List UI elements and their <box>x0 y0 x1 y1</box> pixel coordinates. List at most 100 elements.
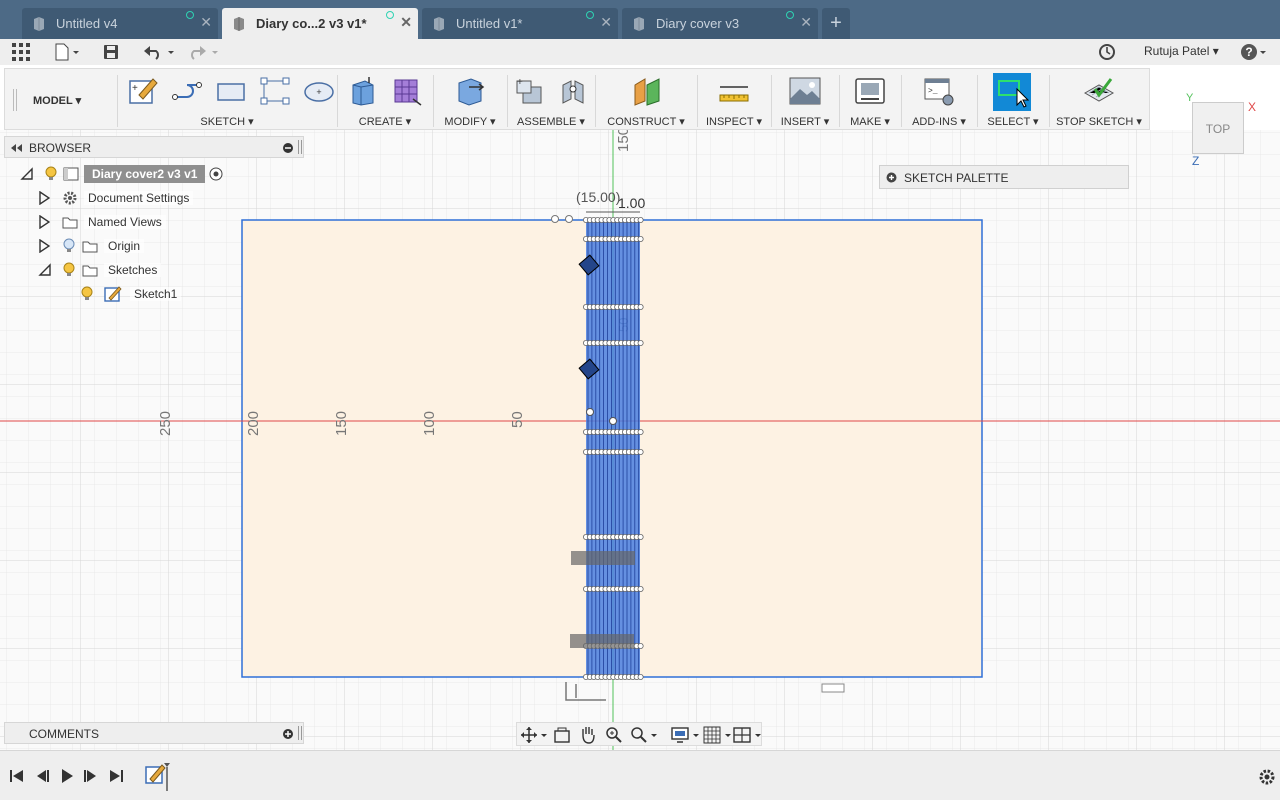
browser-item-named-views[interactable]: Named Views <box>38 211 166 233</box>
inspect-group[interactable]: INSPECT ▾ <box>699 69 769 131</box>
browser-header[interactable]: BROWSER <box>4 136 304 158</box>
browser-item-document-settings[interactable]: Document Settings <box>38 187 194 209</box>
viewports-icon[interactable] <box>733 726 763 744</box>
select-group[interactable]: SELECT ▾ <box>979 69 1047 131</box>
addins-group[interactable]: >_ ADD-INS ▾ <box>903 69 975 131</box>
play-icon[interactable] <box>59 768 75 784</box>
addins-group-label[interactable]: ADD-INS ▾ <box>903 115 975 128</box>
activate-radio-icon[interactable] <box>209 167 223 181</box>
collapsed-triangle-icon[interactable] <box>38 239 50 253</box>
ellipse-tool-icon[interactable]: + <box>303 75 335 107</box>
line-tool-icon[interactable] <box>171 75 203 107</box>
timeline-sketch-feature[interactable] <box>144 761 174 791</box>
measure-icon[interactable] <box>718 75 750 107</box>
sketch-point[interactable] <box>637 217 644 224</box>
app-grid-icon[interactable] <box>12 43 30 61</box>
pan-hand-icon[interactable] <box>579 725 597 745</box>
help-icon[interactable]: ? <box>1240 43 1266 61</box>
zoom-icon[interactable] <box>605 726 623 744</box>
constraint-glyph[interactable] <box>821 683 845 693</box>
expanded-triangle-icon[interactable] <box>20 167 34 181</box>
panel-pin-handle[interactable] <box>298 726 302 740</box>
expanded-triangle-icon[interactable] <box>38 263 52 277</box>
sketch-group[interactable]: + + SKETCH ▾ <box>119 69 335 131</box>
root-component-label[interactable]: Diary cover2 v3 v1 <box>84 165 206 183</box>
insert-group[interactable]: INSERT ▾ <box>773 69 837 131</box>
look-at-icon[interactable] <box>553 726 571 744</box>
workspace-switcher[interactable]: MODEL ▾ <box>33 94 81 107</box>
tab-diary-cover2[interactable]: Diary co...2 v3 v1* ✕ <box>222 8 418 39</box>
construct-group-label[interactable]: CONSTRUCT ▾ <box>597 115 695 128</box>
new-tab-button[interactable]: + <box>822 8 850 39</box>
tab-untitled-v4[interactable]: Untitled v4 ✕ <box>22 8 218 39</box>
lightbulb-icon[interactable] <box>44 166 58 182</box>
construct-group[interactable]: CONSTRUCT ▾ <box>597 69 695 131</box>
minimize-icon[interactable] <box>282 142 294 154</box>
extrude-icon[interactable] <box>347 75 379 107</box>
sketch-point[interactable] <box>637 428 644 435</box>
zoom-window-icon[interactable] <box>629 726 659 744</box>
inspect-group-label[interactable]: INSPECT ▾ <box>699 115 769 128</box>
constraint-glyph[interactable] <box>570 634 634 648</box>
sketch-point[interactable] <box>637 236 644 243</box>
tab-diary-cover-v3[interactable]: Diary cover v3 ✕ <box>622 8 818 39</box>
sketch-point[interactable] <box>637 674 644 681</box>
close-icon[interactable]: ✕ <box>800 14 812 31</box>
width-dimension[interactable]: (15.00) <box>576 189 620 205</box>
redo-icon[interactable] <box>188 43 220 61</box>
form-icon[interactable] <box>391 75 423 107</box>
browser-item-origin[interactable]: Origin <box>38 235 145 257</box>
constraint-glyph[interactable] <box>571 551 635 565</box>
create-group[interactable]: CREATE ▾ <box>339 69 431 131</box>
offset-plane-icon[interactable] <box>631 75 663 107</box>
sketch-point[interactable] <box>565 215 573 223</box>
3d-print-icon[interactable] <box>854 75 886 107</box>
make-group-label[interactable]: MAKE ▾ <box>841 115 899 128</box>
sketch-point[interactable] <box>637 303 644 310</box>
file-menu-icon[interactable] <box>54 43 80 61</box>
create-group-label[interactable]: CREATE ▾ <box>339 115 431 128</box>
lightbulb-icon[interactable] <box>80 286 94 302</box>
sketch-palette-panel[interactable]: SKETCH PALETTE <box>879 165 1129 189</box>
browser-root-node[interactable]: Diary cover2 v3 v1 <box>20 163 223 185</box>
lightbulb-off-icon[interactable] <box>62 238 76 254</box>
new-component-icon[interactable]: + <box>513 75 545 107</box>
orbit-icon[interactable] <box>521 726 547 744</box>
collapsed-triangle-icon[interactable] <box>38 191 50 205</box>
display-settings-icon[interactable] <box>671 726 701 744</box>
finish-sketch-icon[interactable] <box>1083 75 1115 107</box>
collapsed-triangle-icon[interactable] <box>38 215 50 229</box>
gear-icon[interactable] <box>1258 768 1276 786</box>
step-back-icon[interactable] <box>34 768 50 784</box>
save-icon[interactable] <box>103 43 119 61</box>
browser-item-sketch1[interactable]: Sketch1 <box>80 283 182 305</box>
undo-icon[interactable] <box>144 43 176 61</box>
small-dimension[interactable]: 1.00 <box>618 195 645 211</box>
expand-plus-icon[interactable] <box>886 172 897 183</box>
select-group-label[interactable]: SELECT ▾ <box>979 115 1047 128</box>
step-forward-icon[interactable] <box>83 768 99 784</box>
insert-group-label[interactable]: INSERT ▾ <box>773 115 837 128</box>
assemble-group-label[interactable]: ASSEMBLE ▾ <box>509 115 593 128</box>
sketch-point[interactable] <box>551 215 559 223</box>
viewcube[interactable]: TOP <box>1192 102 1244 154</box>
press-pull-icon[interactable] <box>453 75 485 107</box>
go-to-start-icon[interactable] <box>9 768 25 784</box>
assemble-group[interactable]: + ASSEMBLE ▾ <box>509 69 593 131</box>
ribbon-grip-handle[interactable] <box>13 89 17 111</box>
select-tool-button[interactable] <box>993 73 1031 111</box>
sketch-point[interactable] <box>637 448 644 455</box>
insert-image-icon[interactable] <box>789 75 821 107</box>
make-group[interactable]: MAKE ▾ <box>841 69 899 131</box>
close-icon[interactable]: ✕ <box>400 14 412 31</box>
rectangle-tool-icon[interactable] <box>215 75 247 107</box>
sketch-group-label[interactable]: SKETCH ▾ <box>119 115 335 128</box>
modify-group-label[interactable]: MODIFY ▾ <box>435 115 505 128</box>
sketch-point[interactable] <box>637 643 644 650</box>
sketch-pattern-icon[interactable] <box>259 75 291 107</box>
scripts-addins-icon[interactable]: >_ <box>923 75 955 107</box>
clock-icon[interactable] <box>1098 43 1116 61</box>
joint-icon[interactable] <box>557 75 589 107</box>
lightbulb-icon[interactable] <box>62 262 76 278</box>
stop-sketch-group[interactable]: STOP SKETCH ▾ <box>1051 69 1147 131</box>
